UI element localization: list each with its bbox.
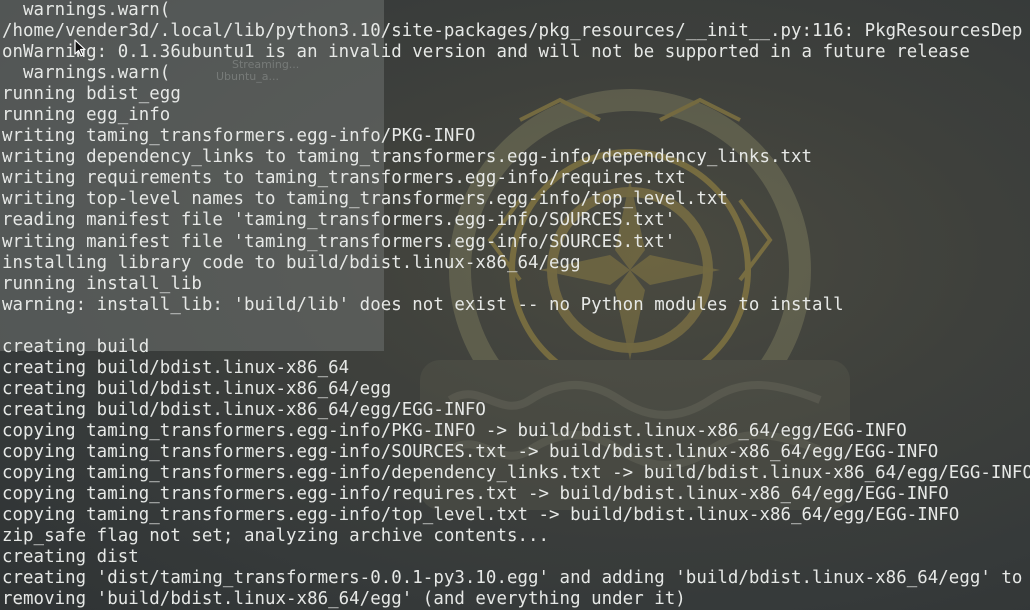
terminal-line: warnings.warn( — [2, 63, 171, 84]
terminal-line: warnings.warn( — [2, 0, 171, 20]
terminal-line: writing manifest file 'taming_transforme… — [2, 231, 676, 252]
mouse-pointer-icon — [74, 39, 86, 57]
terminal-line: running install_lib — [2, 273, 202, 294]
terminal-line: creating build/bdist.linux-x86_64 — [2, 357, 350, 378]
terminal-line: copying taming_transformers.egg-info/PKG… — [2, 420, 907, 441]
terminal-line: copying taming_transformers.egg-info/dep… — [2, 463, 1030, 484]
terminal-line: creating build — [2, 336, 150, 357]
terminal-window[interactable]: Ubuntu_a... Streaming... warnings.warn(/… — [0, 0, 1030, 610]
terminal-line: installing library code to build/bdist.l… — [2, 252, 581, 273]
terminal-line: writing taming_transformers.egg-info/PKG… — [2, 126, 476, 147]
terminal-line: creating build/bdist.linux-x86_64/egg — [2, 378, 392, 399]
terminal-line: creating 'dist/taming_transformers-0.0.1… — [2, 568, 1023, 589]
terminal-line: zip_safe flag not set; analyzing archive… — [2, 526, 550, 547]
terminal-line: warning: install_lib: 'build/lib' does n… — [2, 294, 844, 315]
terminal-line: copying taming_transformers.egg-info/SOU… — [2, 441, 939, 462]
terminal-output[interactable]: warnings.warn(/home/vender3d/.local/lib/… — [2, 0, 1030, 610]
terminal-line: creating build/bdist.linux-x86_64/egg/EG… — [2, 399, 486, 420]
terminal-line: copying taming_transformers.egg-info/req… — [2, 484, 949, 505]
terminal-line: creating dist — [2, 547, 139, 568]
terminal-line: copying taming_transformers.egg-info/top… — [2, 505, 960, 526]
terminal-line: writing dependency_links to taming_trans… — [2, 147, 813, 168]
terminal-line: removing 'build/bdist.linux-x86_64/egg' … — [2, 589, 686, 610]
terminal-line: writing top-level names to taming_transf… — [2, 189, 728, 210]
terminal-line: onWarning: 0.1.36ubuntu1 is an invalid v… — [2, 42, 970, 63]
terminal-line: /home/vender3d/.local/lib/python3.10/sit… — [2, 21, 1023, 42]
terminal-line: writing requirements to taming_transform… — [2, 168, 686, 189]
terminal-line: running egg_info — [2, 105, 171, 126]
terminal-line: running bdist_egg — [2, 84, 181, 105]
terminal-line: reading manifest file 'taming_transforme… — [2, 210, 676, 231]
